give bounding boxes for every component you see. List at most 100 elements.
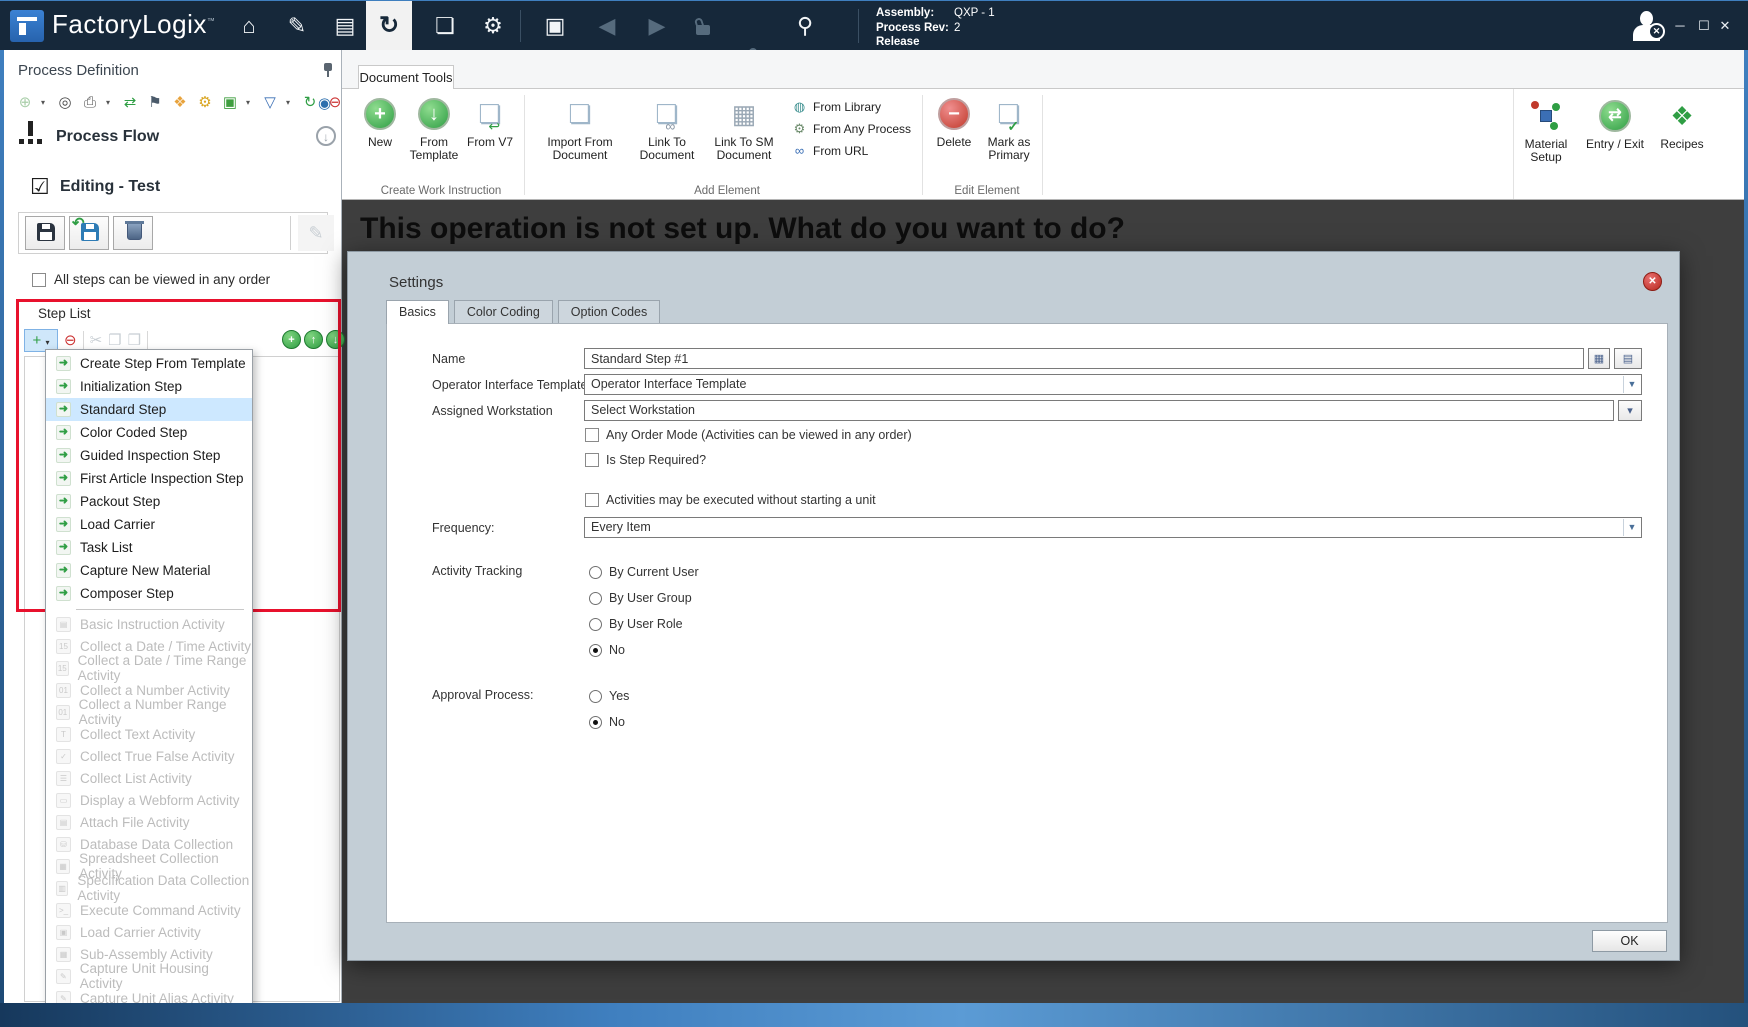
delete-element-button[interactable]: −Delete [932, 95, 976, 149]
user-logout-icon[interactable]: ✕ [1630, 9, 1666, 43]
bell-icon[interactable]: ❖ [171, 93, 189, 111]
info-icon[interactable]: ◉ [318, 94, 331, 112]
name-table-button[interactable]: ▤ [1614, 348, 1642, 369]
step-type-menu-item[interactable]: ➜ Task List [46, 536, 252, 559]
material-setup-button[interactable]: Material Setup [1518, 97, 1574, 164]
link-to-sm-document-button[interactable]: ▦Link To SM Document [704, 95, 784, 162]
discard-process-button[interactable] [113, 216, 153, 250]
import-process-button[interactable]: ↶ [69, 216, 109, 250]
from-any-process-button[interactable]: ⚙ From Any Process [792, 121, 911, 137]
activity-tracking-label: Activity Tracking [432, 564, 522, 578]
step-type-menu-item[interactable]: ➜ Create Step From Template [46, 352, 252, 375]
name-input[interactable] [584, 348, 1584, 369]
entry-exit-button[interactable]: ⇄ Entry / Exit [1580, 97, 1650, 151]
panel-toolbar: ⊕ ▾ ◎ ⎙ ▾ ⇄ ⚑ ❖ ⚙ ▣ ▾ ▽ ▾ ↻ ⊖ [16, 92, 344, 112]
collapse-down-icon[interactable]: ↓ [316, 126, 336, 146]
settings-dialog: Settings ✕ BasicsColor CodingOption Code… [347, 251, 1680, 961]
process-analysis-icon[interactable]: ⚲ [788, 11, 822, 41]
tab-document-tools[interactable]: Document Tools [358, 65, 454, 89]
workstation-dropdown-button[interactable]: ▾ [1618, 400, 1642, 421]
window-border-right [1744, 50, 1748, 1003]
materials-package-icon[interactable]: ▤ [328, 11, 362, 41]
without-unit-checkbox[interactable] [585, 493, 599, 507]
step-arrow-icon: ➜ [56, 402, 71, 417]
pin-icon[interactable] [322, 63, 334, 77]
from-library-button[interactable]: ◍ From Library [792, 99, 881, 115]
step-type-menu-item[interactable]: ➜ Initialization Step [46, 375, 252, 398]
approval-process-option[interactable]: Yes [589, 686, 629, 706]
save-icon[interactable]: ▣ [538, 11, 572, 41]
dialog-tab[interactable]: Option Codes [558, 300, 660, 323]
dialog-tab[interactable]: Color Coding [454, 300, 553, 323]
from-template-button[interactable]: ↓From Template [404, 95, 464, 162]
process-flow-label[interactable]: Process Flow [56, 128, 159, 146]
activity-icon: 01 [56, 683, 71, 698]
is-step-required-checkbox[interactable] [585, 453, 599, 467]
info-divider [858, 9, 859, 43]
frequency-label: Frequency: [432, 521, 495, 535]
frequency-combo[interactable]: Every Item▼ [584, 517, 1642, 538]
refresh-icon[interactable]: ↻ [301, 93, 319, 111]
radio-icon[interactable] [589, 592, 602, 605]
documents-icon[interactable]: ❏ [428, 11, 462, 41]
step-type-menu-item[interactable]: ➜ First Article Inspection Step [46, 467, 252, 490]
recycle-icon[interactable]: ⇄ [121, 93, 139, 111]
operator-interface-template-combo[interactable]: Operator Interface Template▼ [584, 374, 1642, 395]
maximize-button[interactable]: ☐ [1693, 15, 1715, 37]
activity-tracking-option[interactable]: By User Group [589, 588, 699, 608]
step-type-menu-item[interactable]: ➜ Load Carrier [46, 513, 252, 536]
ok-button[interactable]: OK [1592, 930, 1667, 952]
step-type-menu-item[interactable]: ➜ Packout Step [46, 490, 252, 513]
any-order-checkbox[interactable] [32, 273, 46, 287]
new-document-button[interactable]: +New [358, 95, 402, 149]
find-icon[interactable]: ◎ [56, 93, 74, 111]
activity-tracking-option[interactable]: No [589, 640, 699, 660]
export-box-icon[interactable]: ▣ [221, 93, 239, 111]
step-type-menu-item[interactable]: ➜ Guided Inspection Step [46, 444, 252, 467]
from-v7-button[interactable]: ❏↩From V7 [466, 95, 514, 149]
name-label: Name [432, 352, 465, 366]
radio-icon[interactable] [589, 644, 602, 657]
step-type-menu-item[interactable]: ➜ Standard Step [46, 398, 252, 421]
recipes-button[interactable]: ❖ Recipes [1654, 97, 1710, 151]
caret-down-icon[interactable]: ▾ [286, 98, 294, 107]
step-type-menu-item[interactable]: ➜ Capture New Material [46, 559, 252, 582]
activity-type-menu-item-disabled: ▤ Attach File Activity [46, 811, 252, 833]
step-arrow-icon: ➜ [56, 586, 71, 601]
presentation-icon[interactable]: ⚑ [146, 93, 164, 111]
save-process-button[interactable] [25, 216, 65, 250]
gear-icon[interactable]: ⚙ [196, 93, 214, 111]
step-type-menu-item[interactable]: ➜ Composer Step [46, 582, 252, 605]
name-grid-button[interactable]: ▦ [1588, 348, 1610, 369]
group-divider [1042, 95, 1043, 195]
caret-down-icon[interactable]: ▾ [106, 98, 114, 107]
settings-gear-icon[interactable]: ⚙ [476, 11, 510, 41]
home-icon[interactable]: ⌂ [232, 11, 266, 41]
step-arrow-icon: ➜ [56, 540, 71, 555]
dialog-close-icon[interactable]: ✕ [1643, 272, 1662, 291]
radio-icon[interactable] [589, 690, 602, 703]
approval-process-label: Approval Process: [432, 688, 533, 702]
assigned-workstation-input[interactable]: Select Workstation [584, 400, 1614, 421]
caret-down-icon[interactable]: ▾ [246, 98, 254, 107]
print-icon[interactable]: ⎙ [81, 94, 99, 111]
radio-icon[interactable] [589, 566, 602, 579]
any-order-mode-checkbox[interactable] [585, 428, 599, 442]
radio-icon[interactable] [589, 618, 602, 631]
link-to-document-button[interactable]: ❏∞Link To Document [634, 95, 700, 162]
radio-icon[interactable] [589, 716, 602, 729]
activity-tracking-option[interactable]: By Current User [589, 562, 699, 582]
minimize-button[interactable]: ─ [1669, 15, 1691, 37]
mark-as-primary-button[interactable]: ❏✓Mark as Primary [980, 95, 1038, 162]
activity-tracking-option[interactable]: By User Role [589, 614, 699, 634]
from-url-button[interactable]: ∞ From URL [792, 143, 868, 158]
step-type-menu-item[interactable]: ➜ Color Coded Step [46, 421, 252, 444]
process-sync-icon-selected[interactable]: ↻ [366, 1, 412, 51]
bucket-icon[interactable]: ▽ [261, 93, 279, 111]
import-from-document-button[interactable]: ❏Import From Document [532, 95, 628, 162]
close-window-button[interactable]: ✕ [1714, 15, 1736, 37]
window-border-left [0, 50, 4, 1003]
dialog-tab[interactable]: Basics [386, 300, 449, 324]
approval-process-option[interactable]: No [589, 712, 629, 732]
process-edit-icon[interactable]: ✎ [280, 11, 314, 41]
